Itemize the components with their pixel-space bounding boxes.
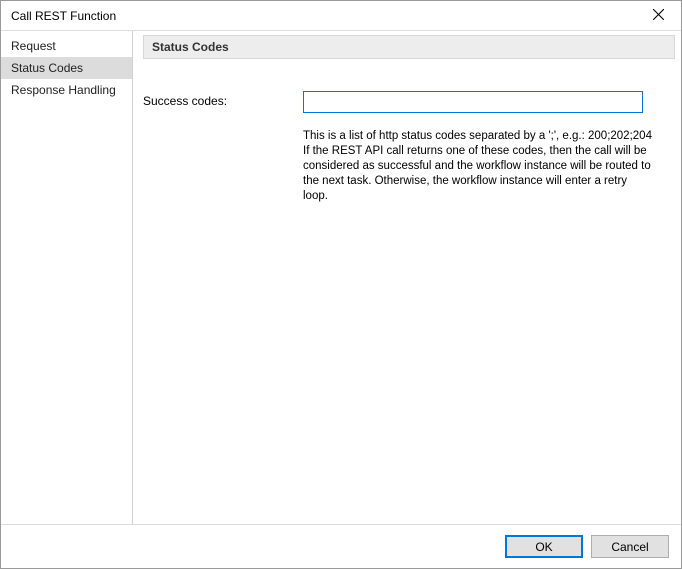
success-codes-label: Success codes:: [143, 91, 303, 108]
main-panel: Status Codes Success codes: This is a li…: [133, 31, 681, 524]
success-codes-field-wrap: [303, 91, 675, 113]
sidebar-item-label: Request: [11, 39, 56, 53]
section-header: Status Codes: [143, 35, 675, 59]
sidebar-item-status-codes[interactable]: Status Codes: [1, 57, 132, 79]
window-title: Call REST Function: [11, 9, 636, 23]
form-row-success-codes: Success codes:: [143, 91, 675, 113]
button-bar: OK Cancel: [1, 524, 681, 568]
cancel-button[interactable]: Cancel: [591, 535, 669, 558]
dialog-call-rest-function: Call REST Function Request Status Codes …: [0, 0, 682, 569]
ok-button[interactable]: OK: [505, 535, 583, 558]
dialog-body: Request Status Codes Response Handling S…: [1, 31, 681, 524]
success-codes-help-text: This is a list of http status codes sepa…: [303, 129, 653, 204]
sidebar: Request Status Codes Response Handling: [1, 31, 133, 524]
close-button[interactable]: [636, 1, 681, 30]
titlebar: Call REST Function: [1, 1, 681, 31]
sidebar-item-request[interactable]: Request: [1, 35, 132, 57]
success-codes-input[interactable]: [303, 91, 643, 113]
sidebar-item-response-handling[interactable]: Response Handling: [1, 79, 132, 101]
sidebar-item-label: Status Codes: [11, 61, 83, 75]
close-icon: [653, 9, 664, 23]
sidebar-item-label: Response Handling: [11, 83, 116, 97]
